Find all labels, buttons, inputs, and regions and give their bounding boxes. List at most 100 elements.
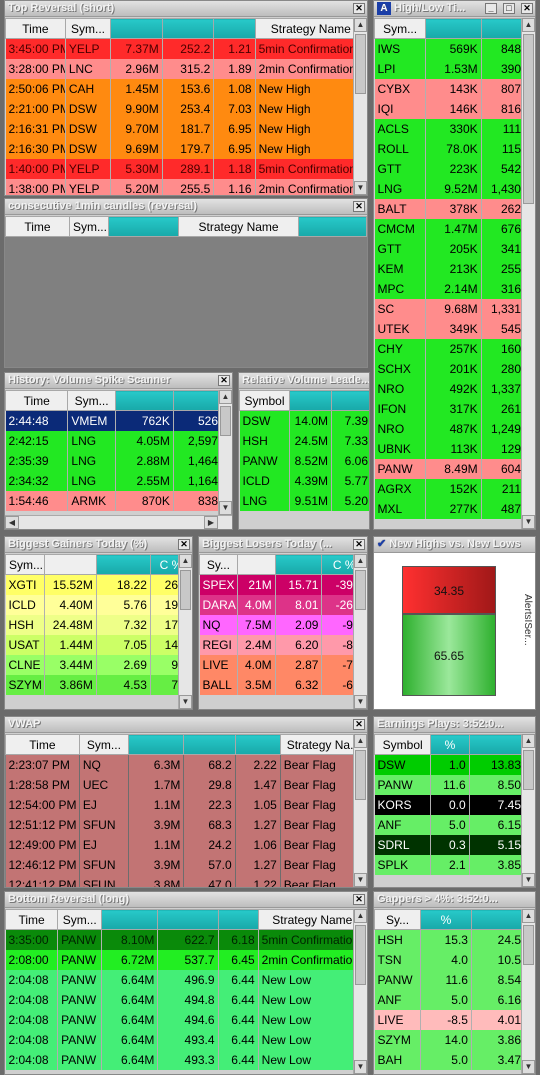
table-row[interactable]: 12:54:00 PM EJ 1.1M 22.3 1.05 Bear Flag — [5, 794, 367, 815]
close-icon[interactable]: ✕ — [353, 201, 365, 212]
table-row[interactable]: LPI 1.53M 390.2 — [374, 58, 535, 79]
vertical-scrollbar[interactable]: ▲ ▼ — [218, 390, 232, 515]
title-bar[interactable]: Biggest Gainers Today (%) ✕ — [5, 537, 192, 553]
table-row[interactable]: BALL3.5M6.32-6.1 — [199, 674, 367, 695]
scroll-thumb[interactable] — [523, 925, 534, 965]
table-row[interactable]: SDRL 0.3 5.15M — [374, 834, 535, 855]
table-row[interactable]: IWS 569K 848.1 — [374, 38, 535, 59]
table-row[interactable]: IQI 146K 816.8 — [374, 98, 535, 119]
table-row[interactable]: 2:42:15 LNG 4.05M 2,597.7 — [5, 430, 232, 451]
close-icon[interactable]: ✕ — [178, 539, 190, 550]
scroll-thumb[interactable] — [523, 750, 534, 790]
title-bar[interactable]: Relative Volume Leade... — [239, 373, 369, 389]
table-row[interactable]: CLNE3.44M2.699.0 — [5, 654, 192, 675]
table-row[interactable]: PANW 8.52M 6.06 — [239, 450, 369, 471]
table-row[interactable]: ICLD 4.40M 5.76 19.6 — [5, 594, 192, 615]
table-row[interactable]: 2:16:30 PM DSW 9.69M 179.7 6.95 New High — [5, 138, 367, 159]
scroll-up-arrow[interactable]: ▲ — [522, 734, 535, 748]
column-header[interactable]: Sym... — [78, 734, 130, 755]
column-header[interactable]: Time — [5, 216, 70, 237]
table-row[interactable]: 12:41:12 PM SFUN 3.8M 47.0 1.22 Bear Flag — [5, 874, 367, 887]
column-header[interactable]: Strategy Name — [257, 909, 367, 930]
column-header[interactable]: Sym... — [57, 909, 103, 930]
scroll-up-arrow[interactable]: ▲ — [522, 18, 535, 32]
close-icon[interactable]: ✕ — [353, 539, 365, 550]
title-bar[interactable]: Biggest Losers Today (... ✕ — [199, 537, 367, 553]
title-bar[interactable]: Earnings Plays: 3:52:0... — [374, 717, 535, 733]
column-header[interactable]: Sy... — [199, 554, 238, 575]
table-row[interactable]: 2:04:08 PANW 6.64M 493.4 6.44 New Low — [5, 1029, 367, 1050]
scroll-up-arrow[interactable]: ▲ — [354, 909, 367, 923]
table-row[interactable]: NRO 492K 1,337.0 — [374, 378, 535, 399]
table-row[interactable]: GTT 205K 341.2 — [374, 238, 535, 259]
table-row[interactable]: 1:38:00 PM YELP 5.20M 255.5 1.16 2min Confirm… — [5, 178, 367, 195]
column-header[interactable] — [274, 554, 323, 575]
table-row[interactable]: UBNK 113K 129.4 — [374, 438, 535, 459]
table-row[interactable]: NQ7.5M2.09-9.9 — [199, 614, 367, 635]
table-row[interactable]: NRO 487K 1,249.8 — [374, 418, 535, 439]
table-row[interactable]: 2:44:48 VMEM 762K 526.1 — [5, 410, 232, 431]
close-icon[interactable]: ✕ — [218, 375, 230, 386]
table-row[interactable]: GTT 223K 542.5 — [374, 158, 535, 179]
table-row[interactable]: LNG 9.51M 5.20 — [239, 490, 369, 511]
scroll-down-arrow[interactable]: ▼ — [354, 873, 367, 887]
table-row[interactable]: CYBX 143K 807.6 — [374, 78, 535, 99]
scroll-down-arrow[interactable]: ▼ — [354, 181, 367, 195]
column-header[interactable] — [43, 554, 97, 575]
table-row[interactable]: 3:45:00 PM YELP 7.37M 252.2 1.21 5min Confirm… — [5, 38, 367, 59]
title-bar[interactable]: History: Volume Spike Scanner ✕ — [5, 373, 232, 389]
column-header[interactable]: Symbol — [374, 734, 432, 755]
table-row[interactable]: ANF 5.0 6.16M — [374, 989, 535, 1010]
column-header[interactable]: % — [420, 909, 472, 930]
table-row[interactable]: 2:04:08 PANW 6.64M 496.9 6.44 New Low — [5, 969, 367, 990]
table-row[interactable]: 3:35:00 PANW 8.10M 622.7 6.18 5min Confirmati… — [5, 929, 367, 950]
table-row[interactable]: LNG 9.52M 1,430.9 — [374, 178, 535, 199]
table-row[interactable]: CMCM 1.47M 676.1 — [374, 218, 535, 239]
column-header[interactable]: Sym... — [374, 18, 427, 39]
table-row[interactable]: SZYM 14.0 3.86M — [374, 1029, 535, 1050]
vertical-scrollbar[interactable]: ▲ ▼ — [353, 554, 367, 709]
close-icon[interactable]: ✕ — [521, 3, 533, 14]
table-row[interactable]: 3:28:00 PM LNC 2.96M 315.2 1.89 2min Confirma… — [5, 58, 367, 79]
horizontal-scrollbar[interactable]: ◀ ▶ — [5, 515, 232, 529]
vertical-scrollbar[interactable]: ▲ ▼ — [521, 18, 535, 529]
table-row[interactable]: 2:08:00 PANW 6.72M 537.7 6.45 2min Confirmati… — [5, 949, 367, 970]
table-row[interactable]: CHY 257K 160.3 — [374, 338, 535, 359]
table-row[interactable]: KORS 0.0 7.45M — [374, 794, 535, 815]
column-header[interactable] — [95, 554, 151, 575]
column-header[interactable] — [425, 18, 482, 39]
scroll-up-arrow[interactable]: ▲ — [179, 554, 192, 568]
table-row[interactable]: HSH 24.5M 7.33 — [239, 430, 369, 451]
table-row[interactable]: 2:23:07 PM NQ 6.3M 68.2 2.22 Bear Flag — [5, 754, 367, 775]
column-header[interactable] — [234, 734, 281, 755]
table-row[interactable]: DSW 1.0 13.83M — [374, 754, 535, 775]
scroll-thumb[interactable] — [180, 570, 191, 610]
column-header[interactable] — [297, 216, 367, 237]
table-row[interactable]: IFON 317K 261.5 — [374, 398, 535, 419]
table-row[interactable]: REGI2.4M6.20-8.5 — [199, 634, 367, 655]
scroll-thumb[interactable] — [355, 570, 366, 610]
table-row[interactable]: HSH 15.3 24.5M — [374, 929, 535, 950]
column-header[interactable] — [236, 554, 276, 575]
column-header[interactable] — [110, 18, 163, 39]
vertical-scrollbar[interactable]: ▲ ▼ — [521, 909, 535, 1074]
table-row[interactable]: LIVE -8.5 4.01M — [374, 1009, 535, 1030]
table-row[interactable]: 2:35:39 LNG 2.88M 1,464.8 — [5, 450, 232, 471]
table-row[interactable]: PANW 11.6 8.54M — [374, 969, 535, 990]
table-row[interactable]: ACLS 330K 111.7 — [374, 118, 535, 139]
table-row[interactable]: ICLD 4.39M 5.77 — [239, 470, 369, 491]
table-row[interactable]: ROLL 78.0K 115.1 — [374, 138, 535, 159]
scroll-thumb[interactable] — [355, 925, 366, 985]
title-bar[interactable]: Bottom Reversal (long) ✕ — [5, 892, 367, 908]
scroll-down-arrow[interactable]: ▼ — [179, 695, 192, 709]
column-header[interactable] — [101, 909, 159, 930]
scroll-down-arrow[interactable]: ▼ — [522, 1060, 535, 1074]
table-row[interactable]: DSW 14.0M 7.39 — [239, 410, 369, 431]
table-row[interactable]: AGRX 152K 211.5 — [374, 478, 535, 499]
table-row[interactable]: 12:49:00 PM EJ 1.1M 24.2 1.06 Bear Flag — [5, 834, 367, 855]
scroll-thumb[interactable] — [220, 406, 231, 436]
scroll-down-arrow[interactable]: ▼ — [522, 873, 535, 887]
scroll-up-arrow[interactable]: ▲ — [354, 554, 367, 568]
table-row[interactable]: KEM 213K 255.6 — [374, 258, 535, 279]
table-row[interactable]: DARA 4.0M 8.01 -26.0 — [199, 594, 367, 615]
